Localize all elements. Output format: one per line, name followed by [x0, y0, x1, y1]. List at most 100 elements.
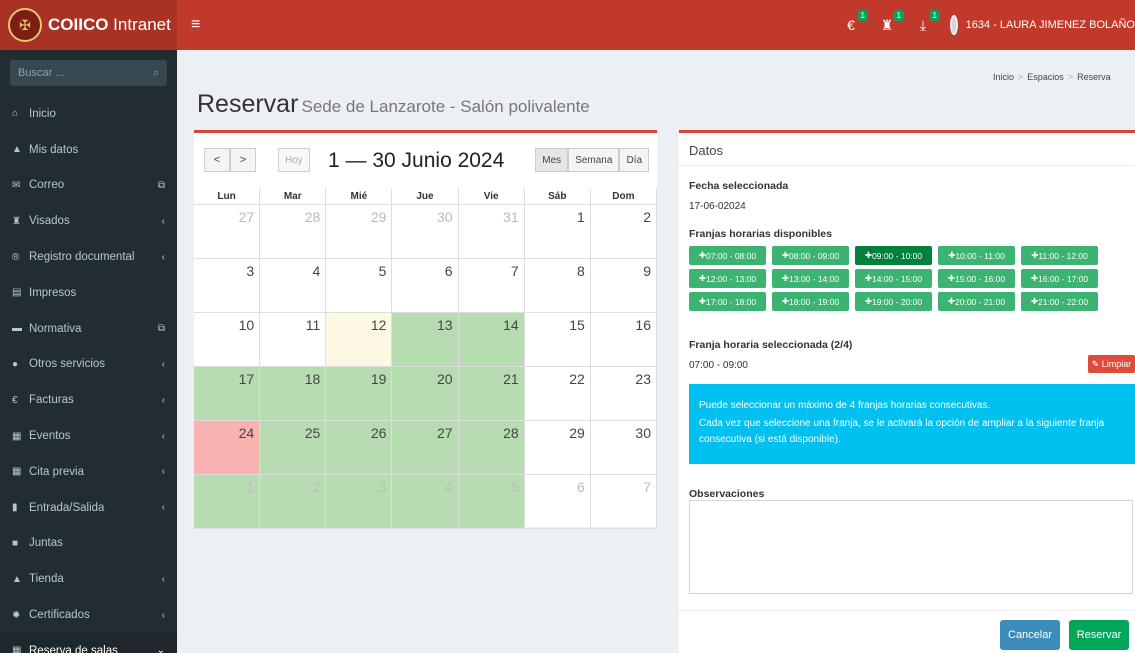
calendar-day-cell[interactable]: 12 [326, 313, 393, 366]
calendar-day-cell[interactable]: 21 [458, 367, 525, 420]
user-menu[interactable]: 1634 - LAURA JIMENEZ BOLAÑO [950, 15, 1135, 35]
calendar-day-cell[interactable]: 31 [459, 205, 525, 258]
calendar-day-cell[interactable]: 29 [525, 421, 591, 474]
search-icon[interactable]: ⌕ [153, 67, 159, 80]
time-slot-button[interactable]: ✚ 20:00 - 21:00 [938, 292, 1015, 311]
time-slot-button[interactable]: ✚ 21:00 - 22:00 [1021, 292, 1098, 311]
hamburger-icon[interactable]: ≡ [191, 16, 200, 34]
sidebar-item-certificados[interactable]: ✹ Certificados ‹ [0, 597, 177, 633]
calendar-day-cell[interactable]: 27 [392, 421, 459, 474]
time-slot-button[interactable]: ✚ 11:00 - 12:00 [1021, 246, 1098, 265]
sidebar-item-eventos[interactable]: ▦ Eventos ‹ [0, 418, 177, 454]
observaciones-textarea[interactable] [689, 500, 1133, 594]
time-slot-button[interactable]: ✚ 16:00 - 17:00 [1021, 269, 1098, 288]
calendar-icon: ▦ [12, 430, 22, 442]
time-slot-button[interactable]: ✚ 13:00 - 14:00 [772, 269, 849, 288]
sidebar-item-facturas[interactable]: € Facturas ‹ [0, 382, 177, 418]
calendar-day-cell[interactable]: 9 [591, 259, 657, 312]
calendar-day-cell[interactable]: 25 [260, 421, 327, 474]
calendar-day-cell[interactable]: 6 [525, 475, 591, 528]
sidebar-item-registro-documental[interactable]: ® Registro documental ‹ [0, 239, 177, 275]
limpiar-button[interactable]: ✎ Limpiar [1088, 355, 1135, 373]
next-month-button[interactable]: > [230, 148, 256, 172]
calendar-day-cell[interactable]: 8 [525, 259, 591, 312]
calendar-day-cell[interactable]: 29 [326, 205, 393, 258]
time-slot-button[interactable]: ✚ 10:00 - 11:00 [938, 246, 1015, 265]
calendar-day-cell[interactable]: 15 [525, 313, 591, 366]
time-slot-button[interactable]: ✚ 09:00 - 10:00 [855, 246, 932, 265]
calendar-day-cell[interactable]: 5 [458, 475, 525, 528]
sidebar-item-impresos[interactable]: ▤ Impresos [0, 275, 177, 311]
search-input[interactable]: Buscar ... ⌕ [10, 60, 167, 86]
calendar-day-cell[interactable]: 2 [260, 475, 327, 528]
sidebar-item-visados[interactable]: ♜ Visados ‹ [0, 203, 177, 239]
calendar-day-cell[interactable]: 22 [525, 367, 591, 420]
today-button[interactable]: Hoy [278, 148, 310, 172]
sidebar-item-correo[interactable]: ✉ Correo ⧉ [0, 168, 177, 204]
calendar-day-cell[interactable]: 7 [591, 475, 657, 528]
sidebar-item-entrada-salida[interactable]: ▮ Entrada/Salida ‹ [0, 490, 177, 526]
cancel-button[interactable]: Cancelar [1000, 620, 1060, 650]
view-month-button[interactable]: Mes [535, 148, 569, 172]
sidebar: Buscar ... ⌕ ⌂ Inicio ▲ Mis datos ✉ Correo ⧉ ♜ V… [0, 50, 177, 653]
breadcrumb-espacios[interactable]: Espacios [1027, 72, 1064, 82]
sidebar-item-tienda[interactable]: ▲ Tienda ‹ [0, 561, 177, 597]
calendar-day-cell[interactable]: 14 [458, 313, 525, 366]
sidebar-item-mis-datos[interactable]: ▲ Mis datos [0, 132, 177, 168]
time-slot-button[interactable]: ✚ 15:00 - 16:00 [938, 269, 1015, 288]
calendar-day-cell[interactable]: 24 [194, 421, 261, 474]
time-slot-button[interactable]: ✚ 17:00 - 18:00 [689, 292, 766, 311]
calendar-day-cell[interactable]: 18 [260, 367, 327, 420]
sidebar-item-reserva-de-salas[interactable]: ▦ Reserva de salas ⌄ [0, 632, 177, 653]
calendar-day-cell[interactable]: 16 [591, 313, 657, 366]
calendar-day-cell[interactable]: 19 [326, 367, 393, 420]
calendar-day-cell[interactable]: 5 [326, 259, 393, 312]
calendar-day-cell[interactable]: 26 [326, 421, 393, 474]
calendar-day-cell[interactable]: 27 [194, 205, 261, 258]
sidebar-item-normativa[interactable]: ▬ Normativa ⧉ [0, 311, 177, 347]
sidebar-item-juntas[interactable]: ■ Juntas [0, 526, 177, 562]
sidebar-item-otros-servicios[interactable]: ● Otros servicios ‹ [0, 347, 177, 383]
calendar-day-cell[interactable]: 1 [194, 475, 261, 528]
time-slot-button[interactable]: ✚ 19:00 - 20:00 [855, 292, 932, 311]
calendar-day-cell[interactable]: 7 [459, 259, 525, 312]
franja-selected-label: Franja horaria seleccionada (2/4) [689, 339, 853, 351]
calendar-day-cell[interactable]: 30 [392, 205, 459, 258]
sidebar-item-inicio[interactable]: ⌂ Inicio [0, 96, 177, 132]
calendar-day-cell[interactable]: 10 [194, 313, 261, 366]
calendar-day-cell[interactable]: 13 [392, 313, 459, 366]
top-navbar: ≡ €1 ♜ 1 ⤓ 1 1634 - LAURA JIMENEZ BOLAÑO [177, 0, 1135, 50]
view-week-button[interactable]: Semana [568, 148, 620, 172]
calendar-day-cell[interactable]: 1 [525, 205, 591, 258]
calendar-day-cell[interactable]: 4 [260, 259, 327, 312]
time-slot-button[interactable]: ✚ 14:00 - 15:00 [855, 269, 932, 288]
calendar-day-cell[interactable]: 28 [260, 205, 327, 258]
calendar-day-cell[interactable]: 3 [194, 259, 261, 312]
calendar-day-cell[interactable]: 28 [458, 421, 525, 474]
reserve-button[interactable]: Reservar [1069, 620, 1129, 650]
stamp-notification-icon[interactable]: ♜ 1 [878, 9, 904, 34]
calendar-day-cell[interactable]: 23 [591, 367, 657, 420]
calendar-day-cell[interactable]: 3 [326, 475, 393, 528]
sidebar-item-cita-previa[interactable]: ▦ Cita previa ‹ [0, 454, 177, 490]
time-slot-button[interactable]: ✚ 12:00 - 13:00 [689, 269, 766, 288]
calendar-day-cell[interactable]: 2 [591, 205, 657, 258]
calendar-day-cell[interactable]: 6 [392, 259, 459, 312]
breadcrumb-home[interactable]: Inicio [993, 72, 1014, 82]
calendar-day-cell[interactable]: 20 [392, 367, 459, 420]
download-notification-icon[interactable]: ⤓ 1 [914, 9, 940, 34]
calendar-day-cell[interactable]: 11 [260, 313, 327, 366]
weekday-header: Jue [392, 189, 459, 205]
euro-notification-icon[interactable]: €1 [842, 10, 868, 33]
footer-divider [679, 610, 1135, 611]
brand-logo[interactable]: ✠ COIICO Intranet [0, 0, 177, 50]
time-slot-button[interactable]: ✚ 07:00 - 08:00 [689, 246, 766, 265]
prev-month-button[interactable]: < [204, 148, 230, 172]
time-slot-button[interactable]: ✚ 08:00 - 09:00 [772, 246, 849, 265]
view-day-button[interactable]: Día [619, 148, 649, 172]
fecha-label: Fecha seleccionada [689, 180, 789, 192]
calendar-day-cell[interactable]: 17 [194, 367, 261, 420]
time-slot-button[interactable]: ✚ 18:00 - 19:00 [772, 292, 849, 311]
calendar-day-cell[interactable]: 30 [591, 421, 657, 474]
calendar-day-cell[interactable]: 4 [392, 475, 459, 528]
